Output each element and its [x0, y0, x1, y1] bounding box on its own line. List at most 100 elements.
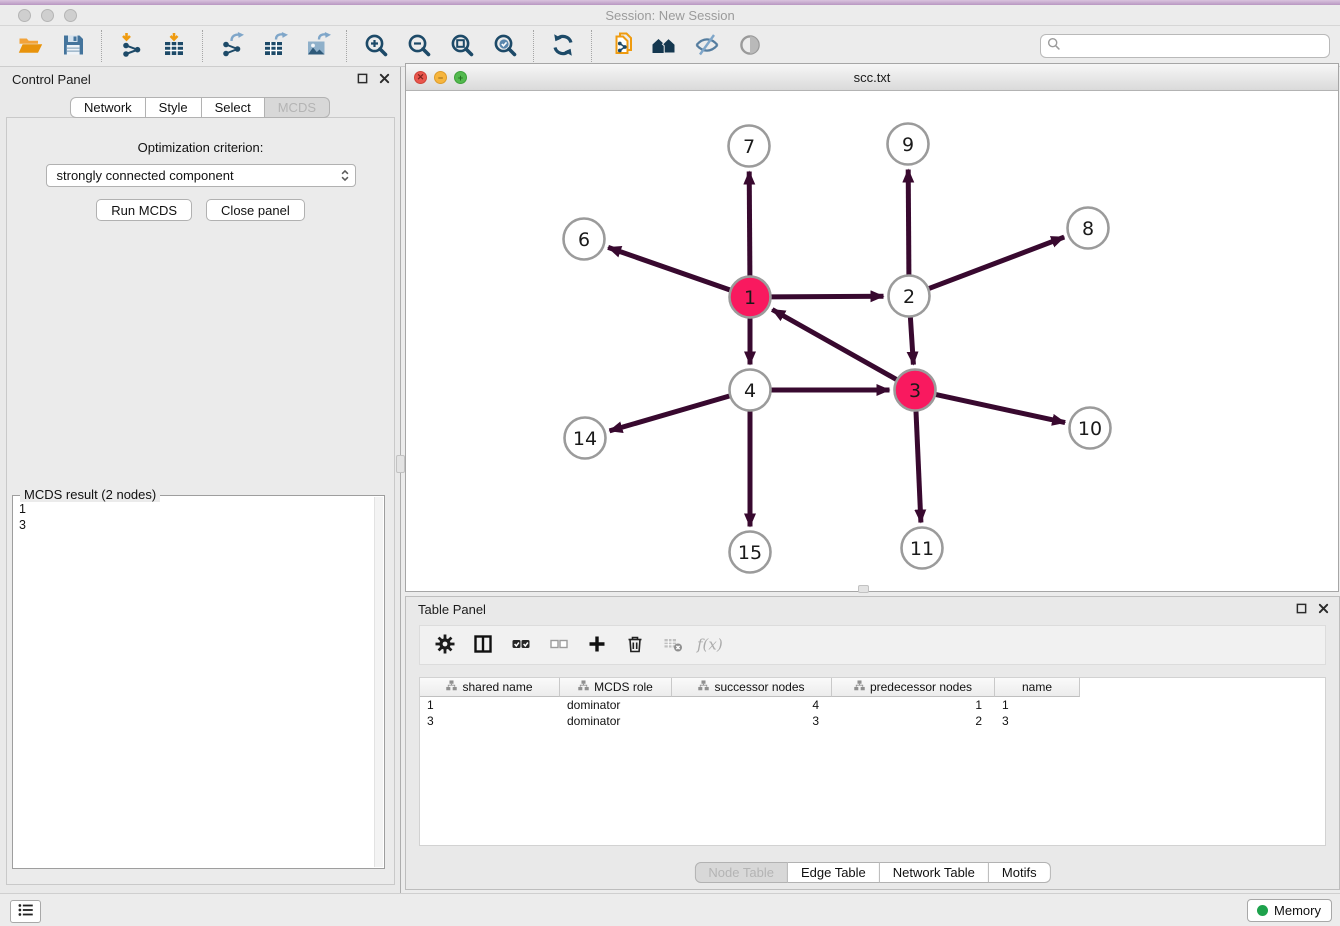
column-type-icon — [698, 680, 709, 694]
tab-mcds[interactable]: MCDS — [265, 97, 330, 118]
node-6[interactable]: 6 — [564, 219, 605, 260]
float-table-panel-icon[interactable] — [1296, 603, 1307, 614]
task-history-button[interactable] — [10, 900, 41, 923]
deselect-all-button[interactable] — [544, 629, 574, 661]
tab-select[interactable]: Select — [202, 97, 265, 118]
node-9[interactable]: 9 — [888, 124, 929, 165]
node-7[interactable]: 7 — [729, 126, 770, 167]
node-11[interactable]: 11 — [902, 528, 943, 569]
close-frame-icon[interactable]: ✕ — [414, 71, 427, 84]
cell-successor-nodes[interactable]: 3 — [672, 713, 832, 729]
save-session-button[interactable] — [51, 28, 94, 65]
node-10[interactable]: 10 — [1070, 408, 1111, 449]
horizontal-splitter-grip[interactable] — [858, 585, 869, 593]
tab-edge-table[interactable]: Edge Table — [788, 862, 880, 883]
run-mcds-button[interactable]: Run MCDS — [96, 199, 192, 221]
mcds-result-text[interactable]: 1 3 — [15, 499, 372, 866]
export-table-button[interactable] — [253, 28, 296, 65]
node-1[interactable]: 1 — [730, 277, 771, 318]
edge-3-11[interactable] — [916, 412, 921, 523]
cell-predecessor-nodes[interactable]: 1 — [832, 697, 995, 713]
vertical-splitter-grip[interactable] — [396, 455, 405, 473]
zoom-in-button[interactable] — [354, 28, 397, 65]
edge-2-9[interactable] — [908, 170, 909, 275]
cell-name[interactable]: 3 — [995, 713, 1080, 729]
export-image-button[interactable] — [296, 28, 339, 65]
column-header-name[interactable]: name — [995, 678, 1080, 697]
edge-4-14[interactable] — [610, 396, 730, 431]
edge-3-1[interactable] — [772, 310, 896, 380]
close-table-panel-icon[interactable] — [1318, 603, 1329, 614]
network-window-title: scc.txt — [406, 64, 1338, 91]
import-table-button[interactable] — [152, 28, 195, 65]
edge-1-2[interactable] — [772, 296, 884, 297]
cell-name[interactable]: 1 — [995, 697, 1080, 713]
search-input[interactable] — [1065, 39, 1323, 54]
float-panel-icon[interactable] — [357, 73, 368, 84]
cell-shared-name[interactable]: 3 — [420, 713, 560, 729]
open-session-button[interactable] — [8, 28, 51, 65]
network-window-titlebar[interactable]: ✕ − + scc.txt — [406, 64, 1338, 91]
node-4[interactable]: 4 — [730, 370, 771, 411]
table-row-1[interactable]: 3dominator323 — [420, 713, 1325, 729]
window-controls-inactive[interactable] — [18, 9, 77, 22]
node-2[interactable]: 2 — [889, 276, 930, 317]
svg-text:14: 14 — [573, 428, 597, 450]
edge-3-10[interactable] — [936, 395, 1065, 423]
zoom-fit-button[interactable] — [440, 28, 483, 65]
import-network-button[interactable] — [109, 28, 152, 65]
select-all-button[interactable] — [506, 629, 536, 661]
column-header-successor-nodes[interactable]: successor nodes — [672, 678, 832, 697]
column-visibility-button[interactable] — [468, 629, 498, 661]
cell-mcds-role[interactable]: dominator — [560, 697, 672, 713]
cell-successor-nodes[interactable]: 4 — [672, 697, 832, 713]
hide-selected-button[interactable] — [728, 28, 771, 65]
edge-2-8[interactable] — [929, 237, 1064, 288]
optimization-select[interactable]: strongly connected component — [46, 164, 356, 187]
tab-network[interactable]: Network — [70, 97, 146, 118]
deselect-all-icon — [549, 634, 569, 657]
column-header-predecessor-nodes[interactable]: predecessor nodes — [832, 678, 995, 697]
close-panel-icon[interactable] — [379, 73, 390, 84]
network-canvas[interactable]: 7 9 6 8 1 2 4 3 14 10 15 11 — [406, 91, 1338, 591]
zoom-selected-button[interactable] — [483, 28, 526, 65]
close-panel-button[interactable]: Close panel — [206, 199, 305, 221]
table-row-0[interactable]: 1dominator411 — [420, 697, 1325, 713]
maximize-frame-icon[interactable]: + — [454, 71, 467, 84]
cell-mcds-role[interactable]: dominator — [560, 713, 672, 729]
edge-2-3[interactable] — [910, 318, 913, 365]
node-8[interactable]: 8 — [1068, 208, 1109, 249]
first-neighbors-button[interactable] — [642, 28, 685, 65]
tab-motifs[interactable]: Motifs — [989, 862, 1051, 883]
maximize-window-icon[interactable] — [64, 9, 77, 22]
toggle-graphics-details-button[interactable] — [685, 28, 728, 65]
svg-text:6: 6 — [578, 229, 590, 251]
tab-style[interactable]: Style — [146, 97, 202, 118]
memory-button[interactable]: Memory — [1247, 899, 1332, 922]
search-box[interactable] — [1040, 34, 1330, 58]
table-settings-button[interactable] — [430, 629, 460, 661]
node-15[interactable]: 15 — [730, 532, 771, 573]
column-header-shared-name[interactable]: shared name — [420, 678, 560, 697]
result-scrollbar[interactable] — [374, 497, 383, 867]
column-header-mcds-role[interactable]: MCDS role — [560, 678, 672, 697]
network-from-selection-button[interactable] — [599, 28, 642, 65]
node-14[interactable]: 14 — [565, 418, 606, 459]
tab-node-table[interactable]: Node Table — [694, 862, 788, 883]
apply-layout-button[interactable] — [541, 28, 584, 65]
cell-predecessor-nodes[interactable]: 2 — [832, 713, 995, 729]
close-window-icon[interactable] — [18, 9, 31, 22]
zoom-out-button[interactable] — [397, 28, 440, 65]
cell-shared-name[interactable]: 1 — [420, 697, 560, 713]
node-3[interactable]: 3 — [895, 370, 936, 411]
delete-rows-button[interactable] — [620, 629, 650, 661]
edge-1-6[interactable] — [608, 247, 730, 290]
node-table[interactable]: shared nameMCDS rolesuccessor nodesprede… — [419, 677, 1326, 846]
add-row-button[interactable] — [582, 629, 612, 661]
import-network-icon — [118, 32, 144, 61]
edge-1-7[interactable] — [749, 172, 750, 276]
minimize-window-icon[interactable] — [41, 9, 54, 22]
minimize-frame-icon[interactable]: − — [434, 71, 447, 84]
export-network-button[interactable] — [210, 28, 253, 65]
tab-network-table[interactable]: Network Table — [880, 862, 989, 883]
